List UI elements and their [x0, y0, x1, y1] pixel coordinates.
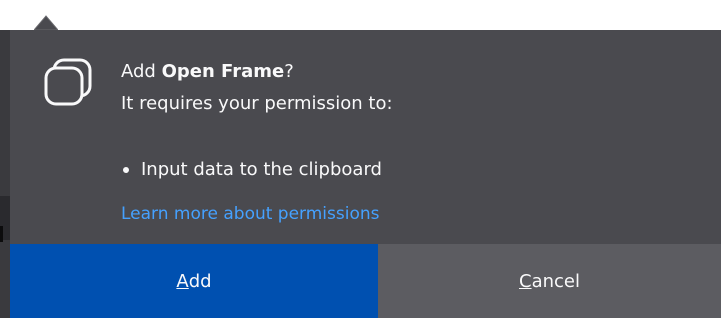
extension-icon [44, 58, 92, 106]
add-mnemonic: A [176, 270, 189, 292]
permission-list: Input data to the clipboard [121, 158, 382, 182]
cancel-mnemonic: C [519, 270, 532, 292]
dialog-subtitle: It requires your permission to: [121, 93, 393, 114]
panel-edge-marker [0, 226, 3, 242]
dialog-footer: Add Cancel [10, 222, 721, 318]
cancel-button[interactable]: Cancel [378, 244, 721, 318]
panel-left-edge [0, 30, 10, 325]
dialog-header: Add Open Frame? It requires your permiss… [121, 60, 393, 116]
add-label-rest: dd [188, 270, 212, 292]
page-background-strip [0, 318, 721, 325]
permission-prompt-screen: Add Open Frame? It requires your permiss… [0, 0, 721, 325]
title-prefix: Add [121, 61, 162, 82]
cancel-label-rest: ancel [531, 270, 580, 292]
dialog-title: Add Open Frame? [121, 60, 393, 84]
title-suffix: ? [284, 61, 294, 82]
permission-label: Input data to the clipboard [141, 159, 382, 180]
doorhanger-arrow [34, 15, 58, 30]
browser-toolbar-edge [0, 0, 721, 10]
permission-item: Input data to the clipboard [121, 158, 382, 182]
bullet-icon [123, 167, 129, 173]
add-button[interactable]: Add [10, 244, 378, 318]
extension-name: Open Frame [161, 61, 285, 82]
